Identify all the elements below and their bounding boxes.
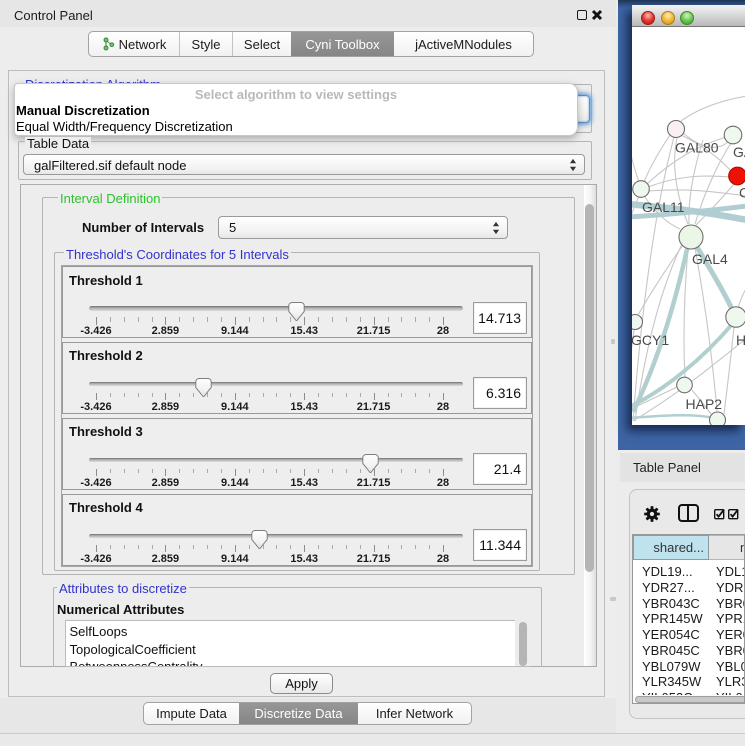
svg-text:GCY1: GCY1	[632, 332, 669, 348]
svg-text:C: C	[739, 185, 745, 201]
svg-text:GAL11: GAL11	[642, 199, 685, 215]
svg-text:GAL80: GAL80	[675, 140, 719, 156]
svg-text:GA: GA	[733, 144, 745, 160]
svg-text:GAL4: GAL4	[692, 251, 728, 267]
svg-text:HAP2: HAP2	[686, 396, 723, 412]
svg-text:H: H	[736, 332, 745, 348]
